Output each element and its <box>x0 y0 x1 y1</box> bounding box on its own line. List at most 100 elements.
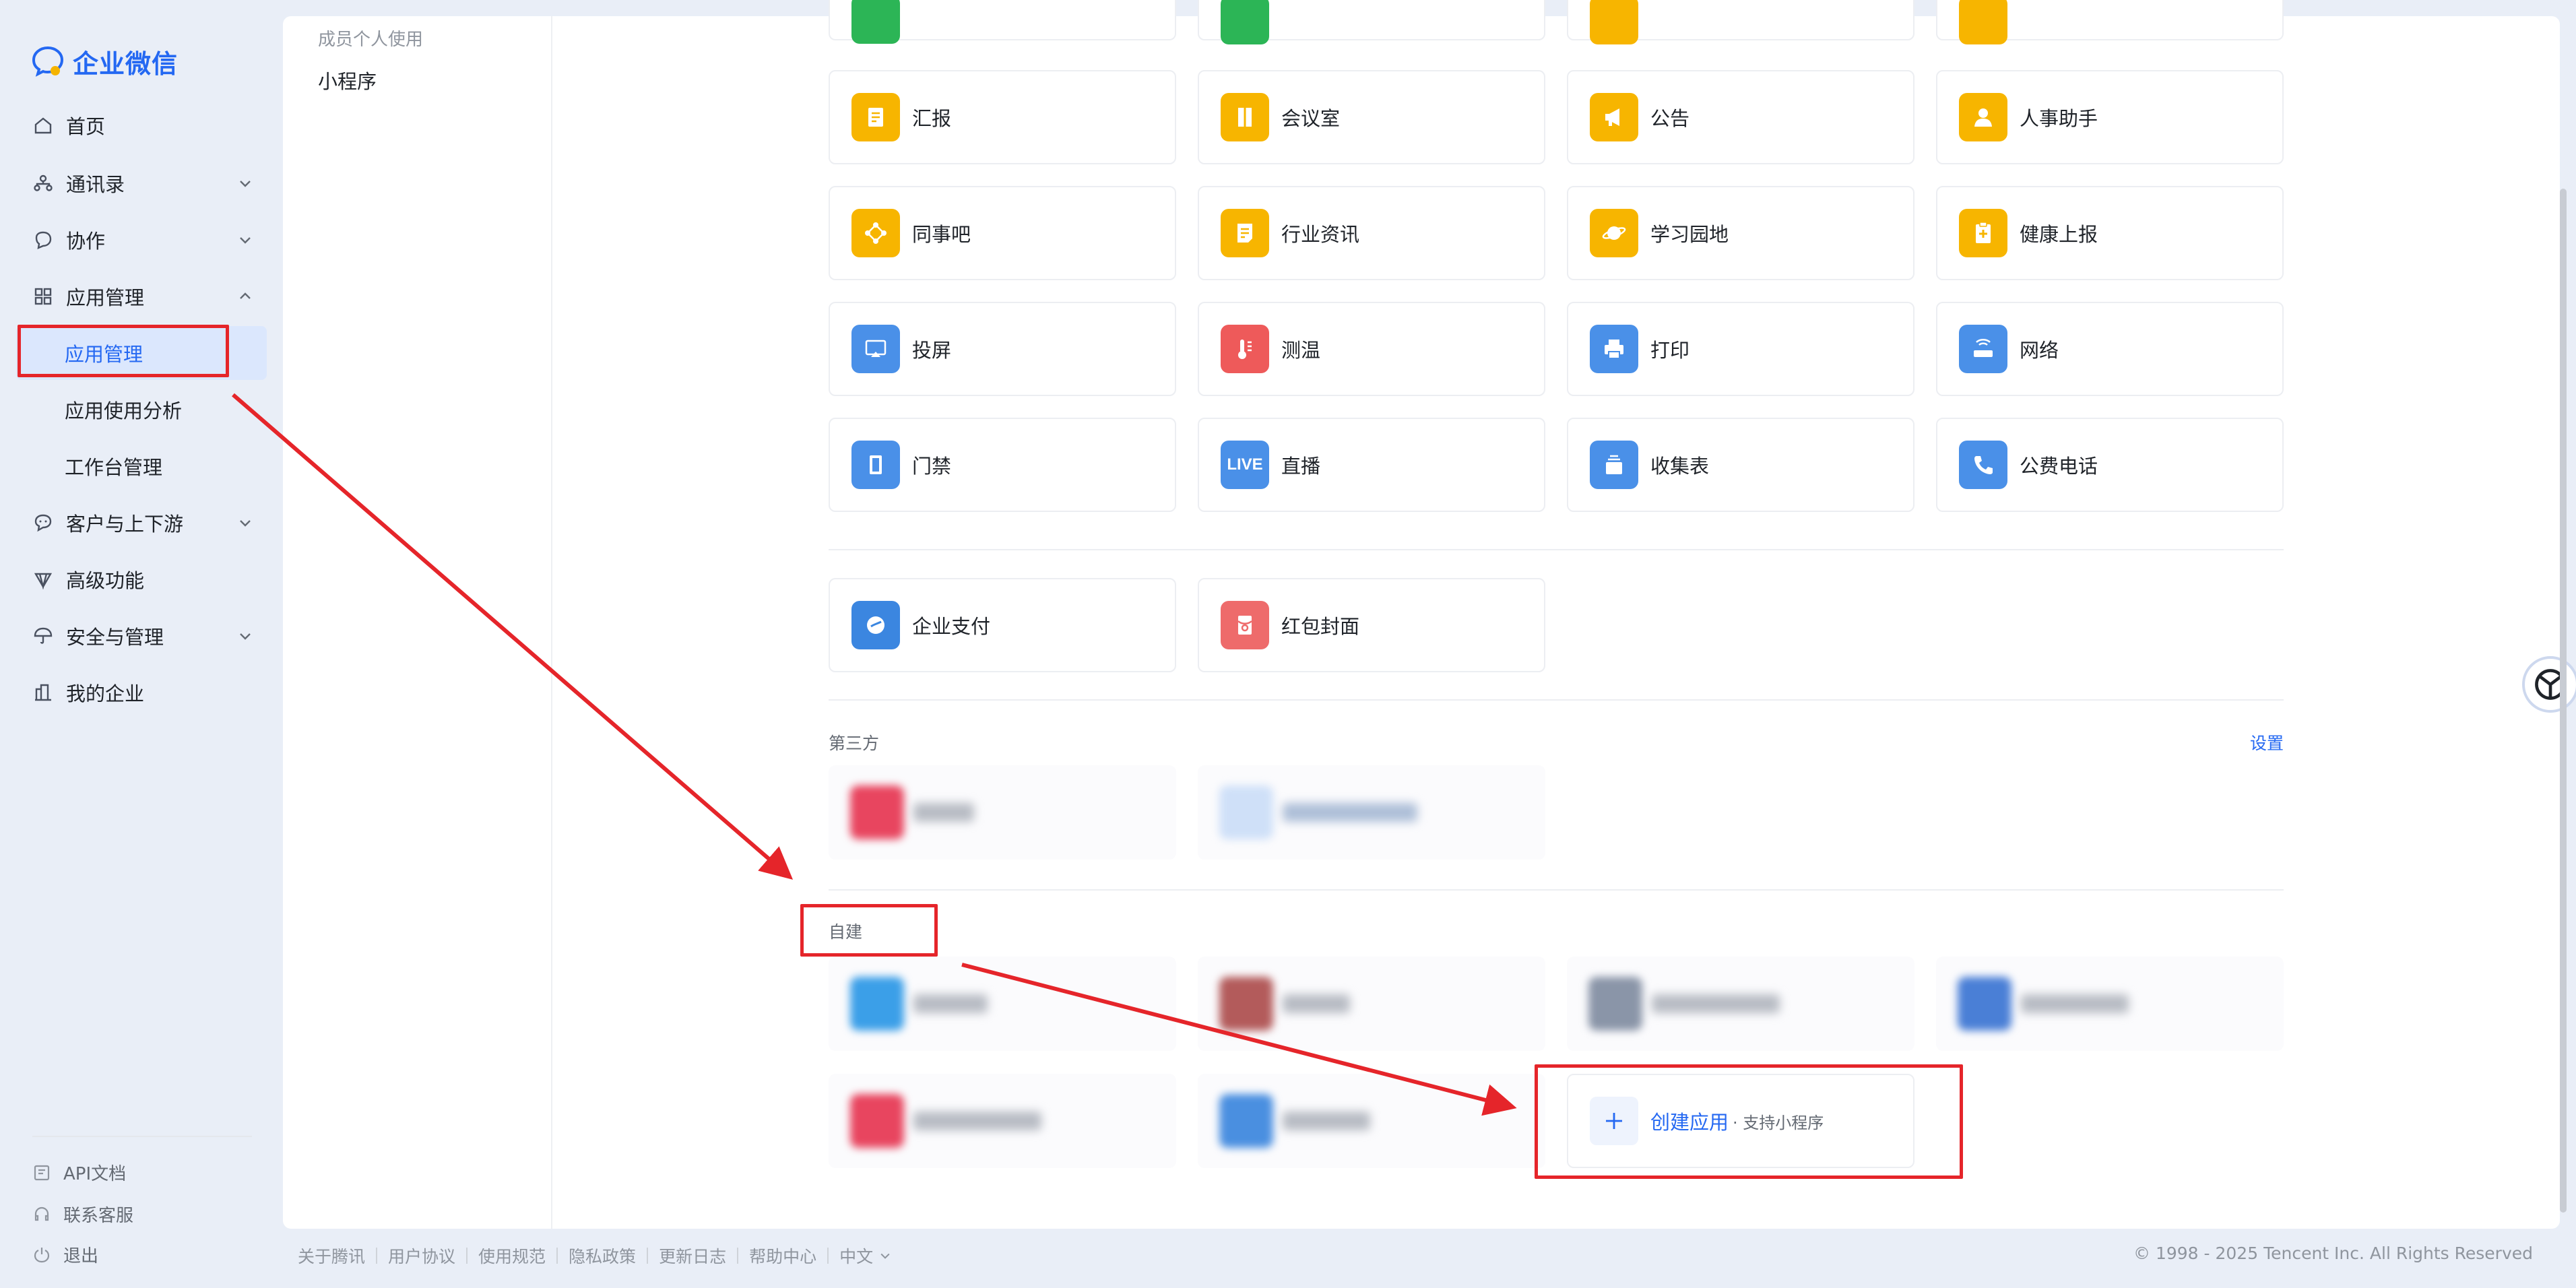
third-party-app-card[interactable] <box>1198 765 1545 860</box>
app-card-announcement[interactable]: 公告 <box>1567 70 1914 164</box>
home-icon <box>31 113 55 137</box>
nav-collaboration[interactable]: 协作 <box>16 213 267 267</box>
brand-logo[interactable]: 企业微信 <box>30 43 178 80</box>
app-icon <box>1221 0 1269 44</box>
footer-link-guidelines[interactable]: 使用规范 <box>478 1244 546 1268</box>
custom-app-card[interactable] <box>829 1074 1176 1168</box>
planet-icon <box>1590 209 1638 257</box>
nav-my-enterprise[interactable]: 我的企业 <box>16 666 267 719</box>
diamond-icon <box>31 567 55 591</box>
logout-label: 退出 <box>63 1246 99 1266</box>
app-card-temperature[interactable]: 测温 <box>1198 302 1545 396</box>
third-party-settings-link[interactable]: 设置 <box>2250 730 2284 754</box>
app-card-collection-form[interactable]: 收集表 <box>1567 418 1914 512</box>
footer-link-changelog[interactable]: 更新日志 <box>659 1244 726 1268</box>
annotation-box-app-management <box>18 325 229 377</box>
app-card-hr-assistant[interactable]: 人事助手 <box>1936 70 2284 164</box>
app-card-industry-news[interactable]: 行业资讯 <box>1198 186 1545 280</box>
app-card-red-packet-cover[interactable]: 红包封面 <box>1198 578 1545 672</box>
wecom-logo-icon <box>32 46 64 77</box>
app-card-access-control[interactable]: 门禁 <box>829 418 1176 512</box>
app-card-enterprise-pay[interactable]: 企业支付 <box>829 578 1176 672</box>
app-card-health-report[interactable]: 健康上报 <box>1936 186 2284 280</box>
footer-link-privacy[interactable]: 隐私政策 <box>569 1244 636 1268</box>
app-label: 健康上报 <box>2020 223 2098 246</box>
app-card-partial[interactable] <box>1936 0 2284 44</box>
app-icon <box>1588 977 1642 1031</box>
language-selector[interactable]: 中文 <box>839 1244 873 1268</box>
contact-support-link[interactable]: 联系客服 <box>32 1202 133 1227</box>
phone-icon <box>1959 441 2007 489</box>
app-card-network[interactable]: 网络 <box>1936 302 2284 396</box>
subnav-mini-program[interactable]: 小程序 <box>318 66 377 94</box>
app-card-partial[interactable] <box>1198 0 1545 44</box>
app-card-report[interactable]: 汇报 <box>829 70 1176 164</box>
brand-name: 企业微信 <box>73 49 179 79</box>
third-party-app-card[interactable] <box>829 765 1176 860</box>
section-divider <box>829 549 2284 550</box>
nav-contacts[interactable]: 通讯录 <box>16 156 267 210</box>
umbrella-icon <box>31 624 55 648</box>
custom-app-card[interactable] <box>1567 957 1914 1051</box>
nav-sub-workbench[interactable]: 工作台管理 <box>16 439 267 493</box>
apps-grid-icon <box>31 284 55 309</box>
nav-home[interactable]: 首页 <box>16 98 267 152</box>
app-icon <box>1959 0 2007 44</box>
app-card-print[interactable]: 打印 <box>1567 302 1914 396</box>
app-label-redacted <box>1283 994 1350 1013</box>
api-docs-link[interactable]: API文档 <box>32 1160 126 1185</box>
custom-app-card[interactable] <box>1198 1074 1545 1168</box>
live-badge-text: LIVE <box>1227 455 1263 474</box>
assistant-float-button[interactable] <box>2522 656 2576 713</box>
app-label: 打印 <box>1650 339 1690 362</box>
app-label-redacted <box>913 803 974 822</box>
app-label: 企业支付 <box>912 615 991 638</box>
app-card-partial[interactable] <box>1567 0 1914 44</box>
nav-advanced[interactable]: 高级功能 <box>16 552 267 606</box>
app-label: 同事吧 <box>912 223 971 246</box>
clipboard-plus-icon <box>1959 209 2007 257</box>
form-stack-icon <box>1590 441 1638 489</box>
nav-contacts-label: 通讯录 <box>66 173 125 196</box>
footer-link-terms[interactable]: 用户协议 <box>388 1244 455 1268</box>
app-label: 学习园地 <box>1650 223 1729 246</box>
footer-link-help[interactable]: 帮助中心 <box>749 1244 816 1268</box>
chevron-down-icon <box>240 237 251 244</box>
app-card-meeting-room[interactable]: 会议室 <box>1198 70 1545 164</box>
custom-app-card[interactable] <box>1198 957 1545 1051</box>
app-icon <box>850 977 904 1031</box>
app-label-redacted <box>1652 994 1780 1013</box>
app-label: 公费电话 <box>2020 455 2098 478</box>
app-label: 门禁 <box>912 455 952 478</box>
chevron-down-icon <box>880 1253 890 1259</box>
section-divider <box>829 889 2284 891</box>
chevron-down-icon <box>240 181 251 187</box>
person-icon <box>1959 93 2007 141</box>
annotation-box-custom <box>800 904 938 957</box>
app-icon <box>850 1094 904 1148</box>
app-card-learning[interactable]: 学习园地 <box>1567 186 1914 280</box>
app-card-colleague-bar[interactable]: 同事吧 <box>829 186 1176 280</box>
app-card-screen-cast[interactable]: 投屏 <box>829 302 1176 396</box>
app-card-partial[interactable] <box>829 0 1176 44</box>
api-docs-label: API文档 <box>63 1164 127 1184</box>
custom-app-card[interactable] <box>829 957 1176 1051</box>
nav-customers[interactable]: 客户与上下游 <box>16 496 267 550</box>
app-label: 直播 <box>1281 455 1321 478</box>
app-card-phone[interactable]: 公费电话 <box>1936 418 2284 512</box>
footer-link-about[interactable]: 关于腾讯 <box>298 1244 365 1268</box>
nav-app-management[interactable]: 应用管理 <box>16 269 267 323</box>
scrollbar[interactable] <box>2560 189 2567 1213</box>
app-label: 行业资讯 <box>1281 223 1360 246</box>
custom-app-card[interactable] <box>1936 957 2284 1051</box>
logout-link[interactable]: 退出 <box>32 1242 98 1267</box>
app-label: 测温 <box>1281 339 1321 362</box>
annotation-box-create-app <box>1535 1064 1963 1179</box>
nav-sub-app-usage[interactable]: 应用使用分析 <box>16 383 267 437</box>
power-icon <box>34 1247 50 1262</box>
nav-security[interactable]: 安全与管理 <box>16 609 267 663</box>
sidebar-divider <box>32 1136 252 1137</box>
app-icon <box>851 0 900 44</box>
app-card-live[interactable]: LIVE 直播 <box>1198 418 1545 512</box>
wallet-icon <box>851 601 900 649</box>
